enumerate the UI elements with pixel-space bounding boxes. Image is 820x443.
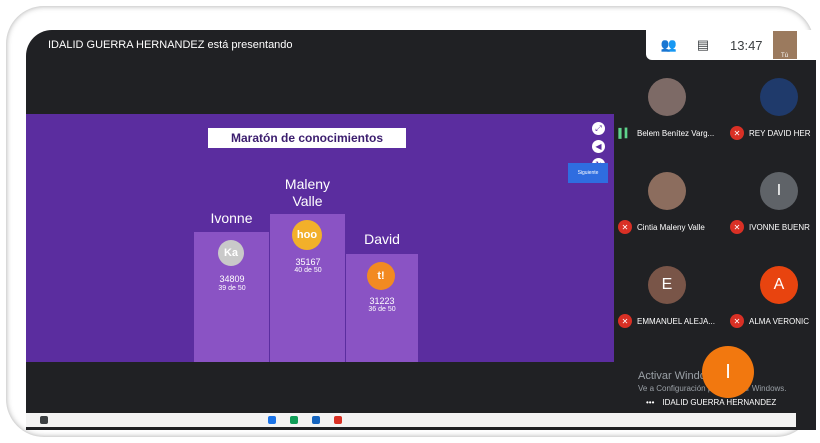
participant-tile[interactable]: ✕ Cintia Maleny Valle: [616, 164, 716, 250]
avatar: [760, 78, 798, 116]
speaking-icon: ▌▍: [618, 127, 632, 138]
meet-top-bar: 👥 ▤ 13:47 Tú: [646, 30, 816, 60]
participant-tile[interactable]: E ✕ EMMANUEL ALEJA...: [616, 258, 716, 344]
avatar: [648, 78, 686, 116]
app-icon[interactable]: [312, 416, 320, 424]
participant-name: Belem Benítez Varg...: [637, 128, 715, 138]
participant-tile[interactable]: A ✕ ALMA VERONIC: [728, 258, 816, 344]
chat-icon[interactable]: ▤: [692, 34, 714, 56]
windows-taskbar: [26, 413, 796, 427]
search-icon[interactable]: [40, 416, 48, 424]
participant-name: EMMANUEL ALEJA...: [637, 316, 715, 326]
podium-score-1st: 35167: [295, 257, 321, 267]
mic-muted-icon: ✕: [618, 220, 632, 234]
fullscreen-icon[interactable]: ⤢: [592, 122, 605, 135]
podium-score-2nd: 34809: [219, 274, 245, 284]
podium-detail-2nd: 39 de 50: [218, 285, 246, 292]
podium-name-2nd: Ivonne: [210, 210, 253, 226]
participant-name: ALMA VERONIC: [749, 316, 810, 326]
presenter-name: IDALID GUERRA HERNANDEZ: [662, 398, 777, 407]
participant-tile[interactable]: ▌▍ Belem Benítez Varg...: [616, 70, 716, 156]
participant-name: Cintia Maleny Valle: [637, 222, 705, 232]
presenting-banner: IDALID GUERRA HERNANDEZ está presentando: [48, 39, 293, 51]
participant-name: IVONNE BUENR: [749, 222, 810, 232]
participant-name: REY DAVID HER: [749, 128, 811, 138]
mic-muted-icon: ✕: [730, 220, 744, 234]
podium-score-3rd: 31223: [369, 296, 395, 306]
podium-badge-2nd: Ka: [218, 240, 244, 266]
slide-title: Maratón de conocimientos: [208, 128, 406, 148]
app-icon[interactable]: [268, 416, 276, 424]
more-options-icon[interactable]: •••: [646, 398, 654, 407]
presenter-bar: ••• IDALID GUERRA HERNANDEZ: [646, 398, 776, 407]
podium-name-1st: Maleny Valle: [284, 176, 331, 209]
avatar: A: [760, 266, 798, 304]
back-icon[interactable]: ◀: [592, 140, 605, 153]
podium-1st: hoo 35167 40 de 50: [270, 214, 345, 362]
podium-detail-1st: 40 de 50: [294, 267, 322, 274]
app-icon[interactable]: [290, 416, 298, 424]
next-button[interactable]: Siguiente: [568, 163, 608, 183]
meet-window: IDALID GUERRA HERNANDEZ está presentando…: [26, 30, 816, 430]
self-label: Tú: [781, 53, 789, 59]
podium-badge-1st: hoo: [292, 220, 322, 250]
mic-muted-icon: ✕: [730, 126, 744, 140]
app-icon[interactable]: [334, 416, 342, 424]
podium-2nd: Ka 34809 39 de 50: [194, 232, 269, 362]
clock: 13:47: [730, 37, 763, 53]
presenter-avatar[interactable]: I: [702, 346, 754, 398]
podium-detail-3rd: 36 de 50: [368, 306, 396, 313]
avatar: I: [760, 172, 798, 210]
podium-badge-3rd: t!: [367, 262, 395, 290]
participant-tile[interactable]: ✕ REY DAVID HER: [728, 70, 816, 156]
avatar: E: [648, 266, 686, 304]
podium-name-3rd: David: [364, 231, 400, 247]
presented-slide: Maratón de conocimientos ⤢ ◀ ↻ Siguiente…: [26, 114, 614, 362]
mic-muted-icon: ✕: [730, 314, 744, 328]
avatar: [648, 172, 686, 210]
people-icon[interactable]: 👥: [658, 34, 680, 56]
participant-tile[interactable]: I ✕ IVONNE BUENR: [728, 164, 816, 250]
self-view-thumbnail[interactable]: Tú: [772, 31, 797, 59]
podium-3rd: t! 31223 36 de 50: [346, 254, 418, 362]
mic-muted-icon: ✕: [618, 314, 632, 328]
